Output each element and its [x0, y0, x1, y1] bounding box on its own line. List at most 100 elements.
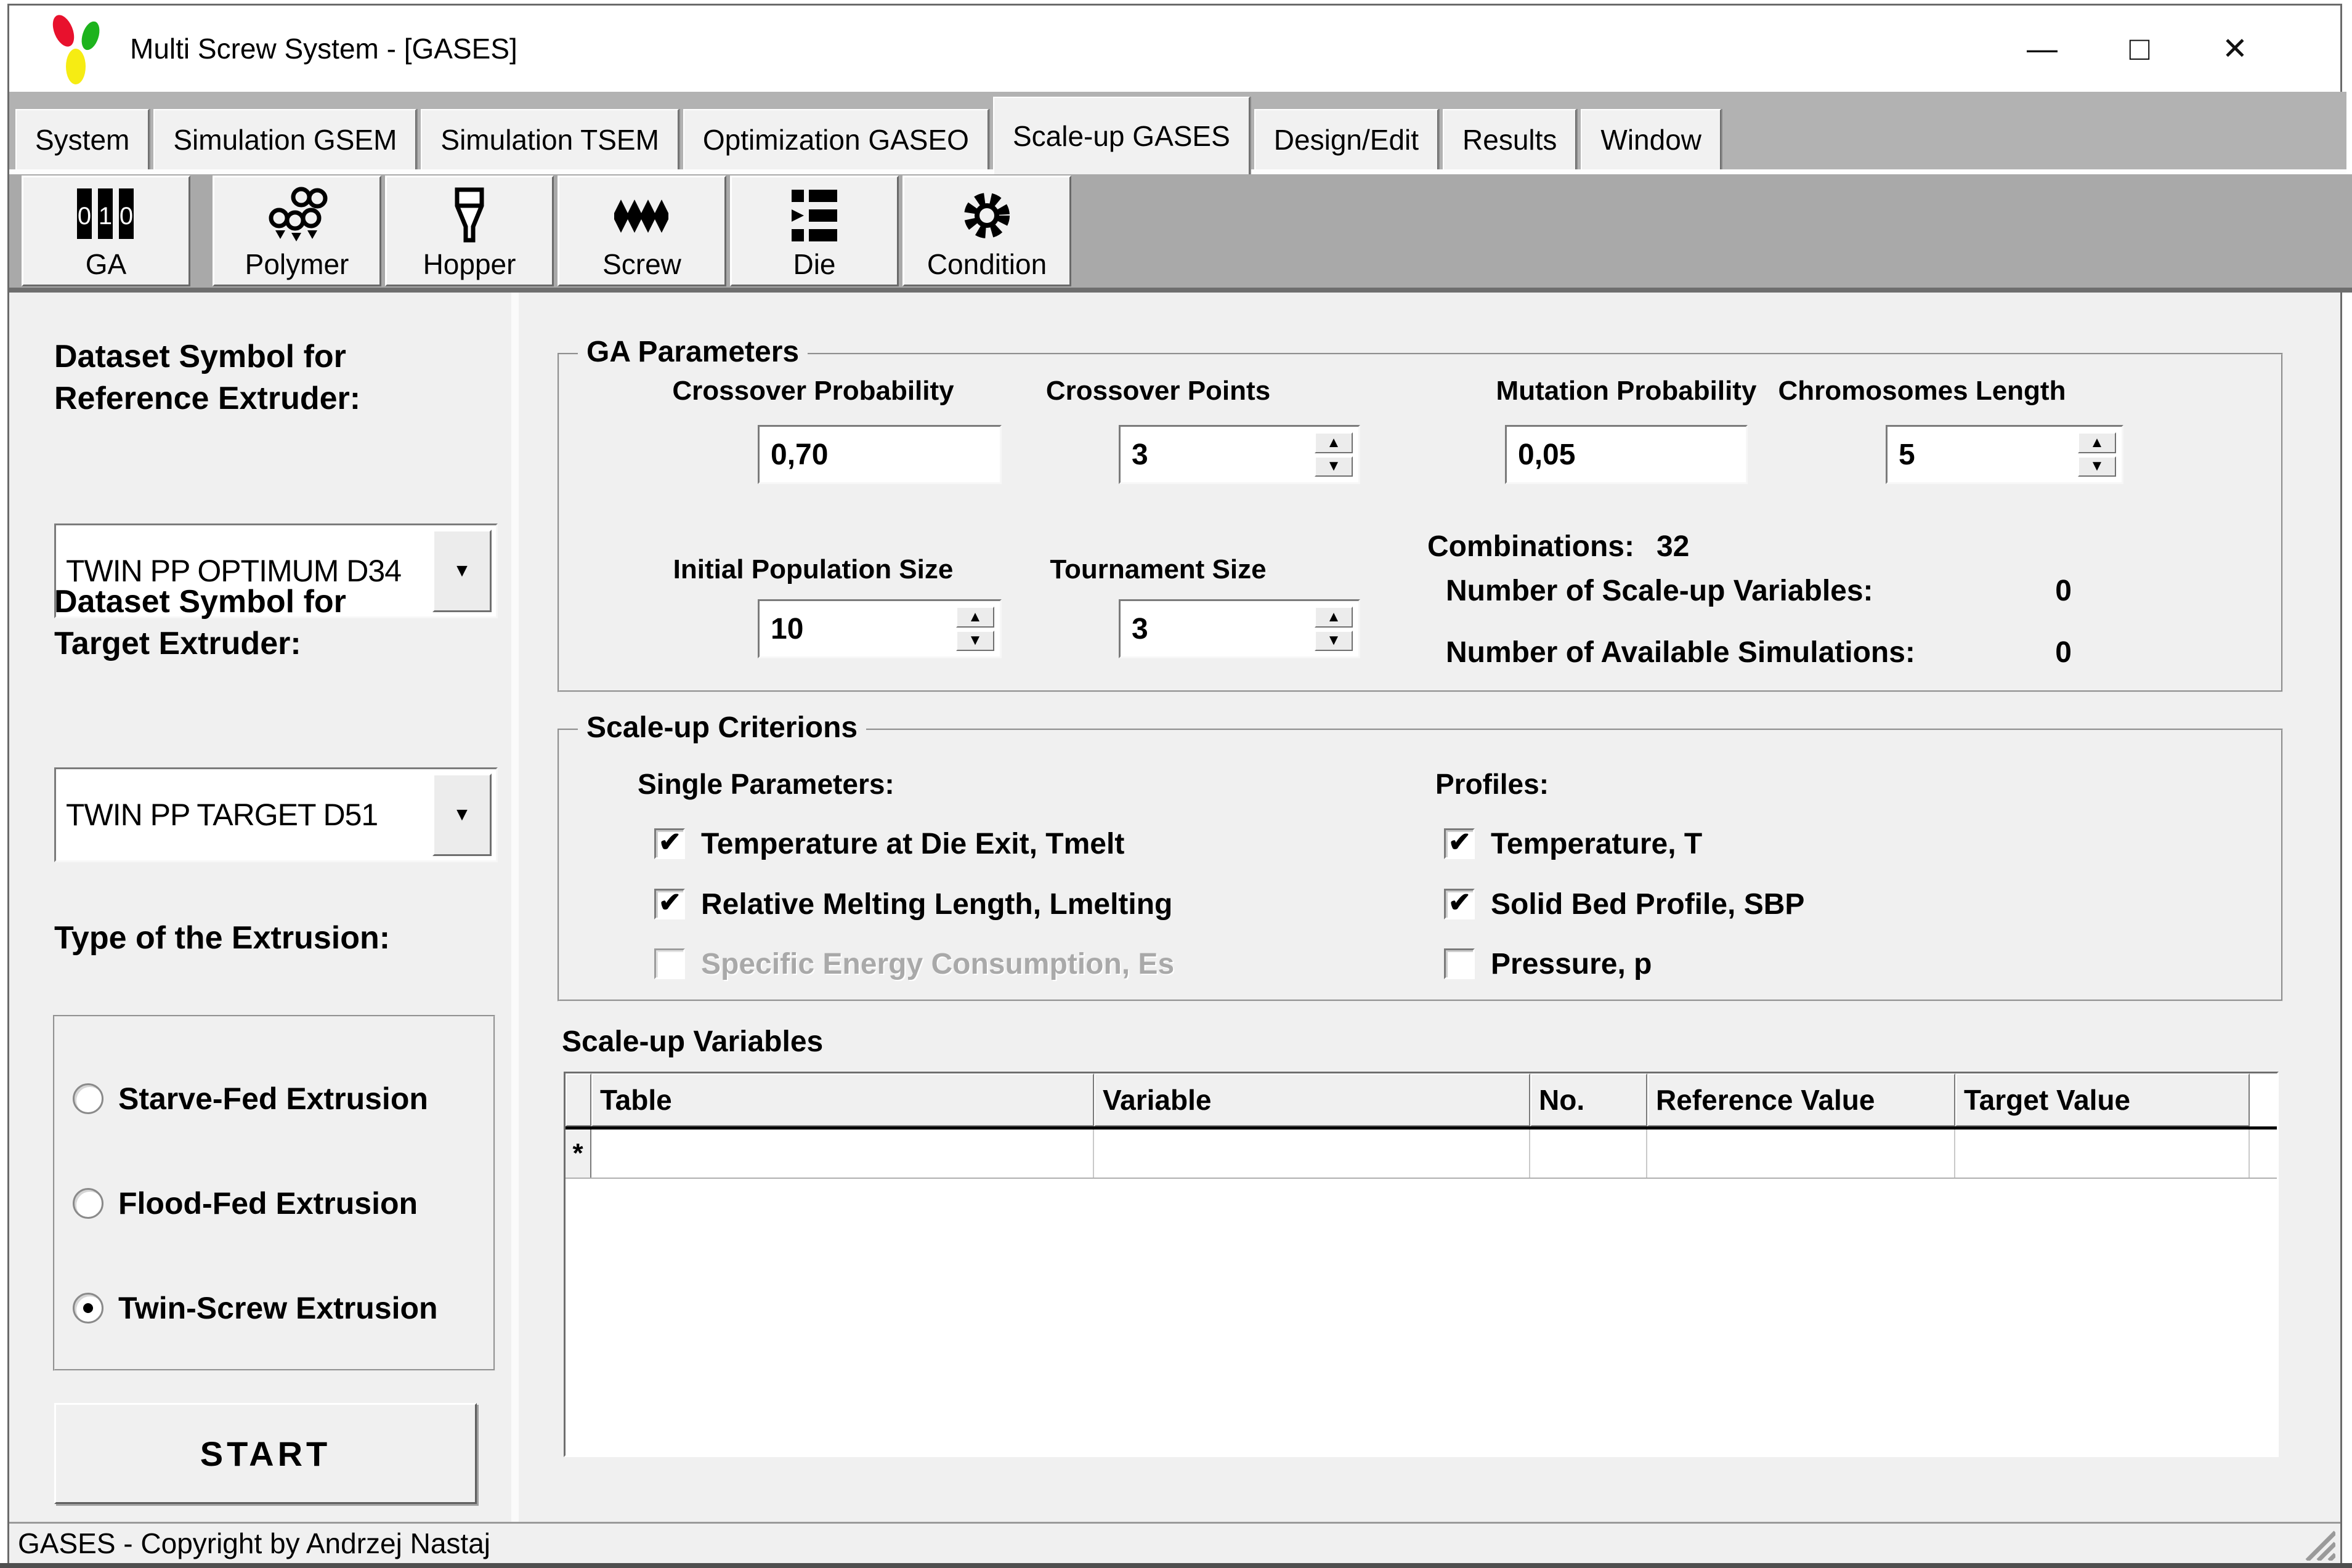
checkbox-unchecked-icon	[654, 948, 685, 979]
minimize-button[interactable]: —	[2005, 6, 2079, 92]
svg-text:0: 0	[120, 203, 133, 230]
checkbox-solid-bed-profile[interactable]: Solid Bed Profile, SBP	[1444, 886, 1804, 923]
panel-separator	[511, 293, 519, 1522]
spin-down-icon[interactable]: ▼	[956, 631, 994, 652]
table-row: *	[566, 1130, 2277, 1179]
new-row-marker[interactable]: *	[566, 1130, 591, 1178]
checkbox-relative-melting-length[interactable]: Relative Melting Length, Lmelting	[654, 886, 1172, 923]
radio-starve-fed[interactable]: Starve-Fed Extrusion	[73, 1079, 428, 1118]
column-header-no[interactable]: No.	[1530, 1073, 1647, 1126]
checkbox-checked-icon[interactable]	[1444, 828, 1475, 859]
die-toolbar-button[interactable]: Die	[730, 176, 899, 286]
die-icon	[732, 186, 897, 245]
ga-genes-icon: 0 1 0	[23, 186, 189, 245]
spin-down-icon[interactable]: ▼	[1315, 456, 1353, 477]
cell-table[interactable]	[591, 1130, 1094, 1178]
tab-results[interactable]: Results	[1443, 109, 1576, 169]
column-header-variable[interactable]: Variable	[1094, 1073, 1530, 1126]
initial-population-label: Initial Population Size	[641, 554, 986, 585]
scaleup-variables-table: Table Variable No. Reference Value Targe…	[564, 1072, 2279, 1457]
extrusion-type-label: Type of the Extrusion:	[54, 918, 535, 960]
checkbox-pressure-profile[interactable]: Pressure, p	[1444, 945, 1652, 982]
hopper-toolbar-button[interactable]: Hopper	[385, 176, 554, 286]
tab-system[interactable]: System	[15, 109, 149, 169]
tournament-size-stepper[interactable]: 3 ▲▼	[1119, 599, 1360, 658]
window-title: Multi Screw System - [GASES]	[130, 32, 517, 65]
close-button[interactable]: ✕	[2198, 6, 2272, 92]
spin-up-icon[interactable]: ▲	[1315, 607, 1353, 628]
checkbox-temperature-profile[interactable]: Temperature, T	[1444, 825, 1702, 862]
cell-target-value[interactable]	[1955, 1130, 2250, 1178]
spin-up-icon[interactable]: ▲	[2078, 432, 2116, 453]
table-header-row: Table Variable No. Reference Value Targe…	[566, 1073, 2277, 1126]
crossover-points-label: Crossover Points	[1020, 376, 1297, 406]
dropdown-button[interactable]: ▼	[432, 774, 492, 856]
radio-icon[interactable]	[73, 1188, 103, 1219]
available-simulations-count-value: 0	[2055, 636, 2072, 669]
app-logo-icon	[45, 12, 109, 85]
spin-down-icon[interactable]: ▼	[1315, 631, 1353, 652]
ga-parameters-title: GA Parameters	[578, 335, 808, 369]
profiles-label: Profiles:	[1435, 767, 1549, 801]
checkbox-checked-icon[interactable]	[654, 889, 685, 919]
radio-twin-screw[interactable]: Twin-Screw Extrusion	[73, 1288, 438, 1328]
crossover-points-stepper[interactable]: 3 ▲▼	[1119, 425, 1360, 484]
combinations-value: 32	[1657, 530, 1689, 564]
checkbox-checked-icon[interactable]	[654, 828, 685, 859]
spin-down-icon[interactable]: ▼	[2078, 456, 2116, 477]
target-extruder-select[interactable]: TWIN PP TARGET D51 ▼	[54, 767, 498, 862]
toolbar-label: Screw	[602, 248, 681, 281]
tournament-size-label: Tournament Size	[1020, 554, 1297, 585]
chromosomes-length-stepper[interactable]: 5 ▲▼	[1886, 425, 2123, 484]
cell-reference-value[interactable]	[1647, 1130, 1955, 1178]
scaleup-variables-title: Scale-up Variables	[562, 1025, 823, 1059]
single-parameters-label: Single Parameters:	[638, 767, 894, 801]
polymer-molecule-icon	[214, 186, 379, 245]
start-button[interactable]: START	[54, 1403, 477, 1504]
toolbar-label: Hopper	[423, 248, 516, 281]
toolbar-label: GA	[86, 248, 126, 281]
ga-toolbar-button[interactable]: 0 1 0 GA	[22, 176, 190, 286]
checkbox-checked-icon[interactable]	[1444, 889, 1475, 919]
resize-grip-icon[interactable]	[2298, 1527, 2335, 1561]
mutation-probability-label: Mutation Probability	[1475, 376, 1777, 406]
radio-icon[interactable]	[73, 1083, 103, 1114]
tab-design-edit[interactable]: Design/Edit	[1254, 109, 1438, 169]
chromosomes-length-label: Chromosomes Length	[1765, 376, 2079, 406]
initial-population-stepper[interactable]: 10 ▲▼	[758, 599, 1002, 658]
row-selector-header[interactable]	[566, 1073, 591, 1126]
toolbar: 0 1 0 GA Polymer	[9, 174, 2352, 293]
combinations-row: Combinations: 32	[1427, 530, 1689, 564]
crossover-probability-input[interactable]: 0,70	[758, 425, 1002, 484]
column-header-target-value[interactable]: Target Value	[1955, 1073, 2250, 1126]
condition-toolbar-button[interactable]: Condition	[902, 176, 1071, 286]
screw-toolbar-button[interactable]: Screw	[558, 176, 726, 286]
svg-text:0: 0	[78, 203, 91, 230]
tab-simulation-tsem[interactable]: Simulation TSEM	[421, 109, 679, 169]
radio-selected-icon[interactable]	[73, 1293, 103, 1324]
chevron-down-icon: ▼	[453, 560, 471, 581]
chevron-down-icon: ▼	[453, 804, 471, 825]
column-header-table[interactable]: Table	[591, 1073, 1094, 1126]
radio-flood-fed[interactable]: Flood-Fed Extrusion	[73, 1184, 418, 1223]
checkbox-temperature-die-exit[interactable]: Temperature at Die Exit, Tmelt	[654, 825, 1124, 862]
cell-variable[interactable]	[1094, 1130, 1530, 1178]
toolbar-separator	[194, 174, 213, 288]
spin-up-icon[interactable]: ▲	[1315, 432, 1353, 453]
cell-no[interactable]	[1530, 1130, 1647, 1178]
tab-optimization-gaseo[interactable]: Optimization GASEO	[683, 109, 989, 169]
crossover-probability-label: Crossover Probability	[641, 376, 986, 406]
toolbar-label: Polymer	[245, 248, 349, 281]
tab-window[interactable]: Window	[1581, 109, 1721, 169]
scaleup-criterions-title: Scale-up Criterions	[578, 711, 866, 745]
tab-simulation-gsem[interactable]: Simulation GSEM	[153, 109, 416, 169]
column-header-reference-value[interactable]: Reference Value	[1647, 1073, 1955, 1126]
checkbox-unchecked-icon[interactable]	[1444, 948, 1475, 979]
tab-scale-up-gases[interactable]: Scale-up GASES	[993, 97, 1250, 174]
mutation-probability-input[interactable]: 0,05	[1505, 425, 1748, 484]
spin-up-icon[interactable]: ▲	[956, 607, 994, 628]
maximize-button[interactable]: □	[2103, 6, 2176, 92]
available-simulations-count-row: Number of Available Simulations: 0	[1446, 636, 2072, 669]
target-extruder-label: Dataset Symbol for Target Extruder:	[54, 581, 510, 665]
polymer-toolbar-button[interactable]: Polymer	[213, 176, 381, 286]
